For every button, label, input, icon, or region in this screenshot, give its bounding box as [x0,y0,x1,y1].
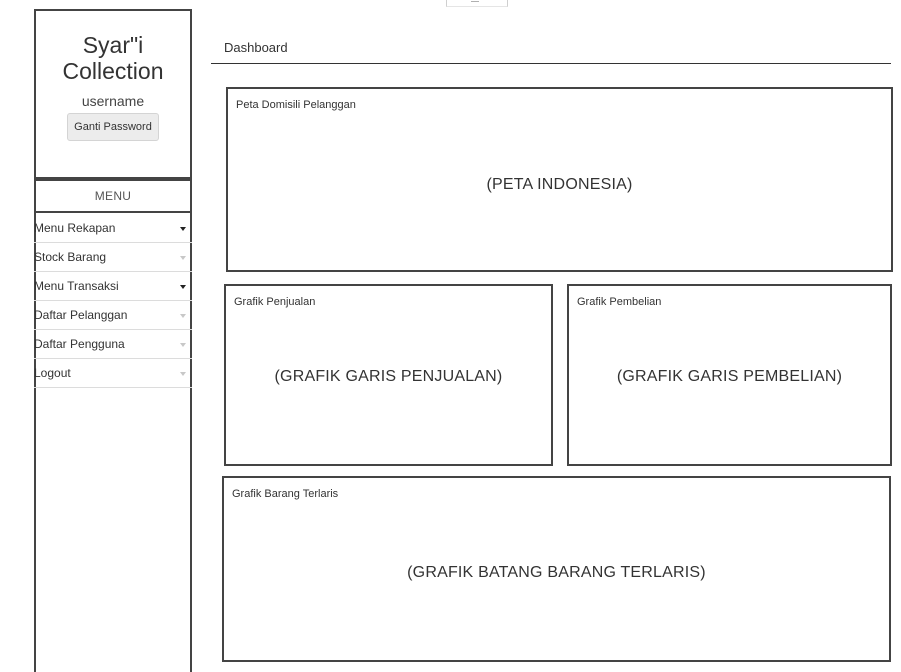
menu-header: MENU [34,179,192,213]
caret-down-icon [180,343,186,347]
menu-item-menu-rekapan[interactable]: Menu Rekapan [34,214,192,243]
brand-line-1: Syar"i [82,32,144,58]
menu-item-label: Logout [34,366,71,380]
menu-item-daftar-pengguna[interactable]: Daftar Pengguna [34,330,192,359]
menu-item-daftar-pelanggan[interactable]: Daftar Pelanggan [34,301,192,330]
menu-list: Menu Rekapan Stock Barang Menu Transaksi… [34,214,192,388]
brand-title: Syar"i Collection [36,32,190,84]
menu-item-logout[interactable]: Logout [34,359,192,388]
bestseller-chart-label: Grafik Barang Terlaris [232,488,339,500]
caret-down-icon [180,314,186,318]
map-panel-label: Peta Domisili Pelanggan [236,99,356,111]
dashboard-page: Syar"i Collection username Ganti Passwor… [0,0,901,672]
menu-item-stock-barang[interactable]: Stock Barang [34,243,192,272]
menu-item-label: Menu Rekapan [34,221,116,235]
caret-down-icon [180,256,186,260]
caret-down-icon [180,285,186,289]
top-tab[interactable] [446,0,508,7]
username: username [81,93,145,109]
menu-item-label: Menu Transaksi [34,279,119,293]
change-password-button[interactable]: Ganti Password [67,113,159,141]
menu-item-label: Daftar Pelanggan [34,308,128,322]
purchase-chart-placeholder: (GRAFIK GARIS PEMBELIAN) [616,368,843,385]
map-panel: Peta Domisili Pelanggan (PETA INDONESIA) [226,87,893,272]
brand-box: Syar"i Collection username Ganti Passwor… [36,9,190,179]
menu-item-label: Daftar Pengguna [34,337,125,351]
bestseller-chart-placeholder: (GRAFIK BATANG BARANG TERLARIS) [407,564,706,581]
purchase-chart-label: Grafik Pembelian [577,296,662,308]
caret-down-icon [180,227,186,231]
sales-chart-placeholder: (GRAFIK GARIS PENJUALAN) [274,368,503,385]
purchase-chart-panel: Grafik Pembelian (GRAFIK GARIS PEMBELIAN… [567,284,892,466]
brand-line-2: Collection [62,58,164,84]
title-divider [211,63,891,64]
menu-item-menu-transaksi[interactable]: Menu Transaksi [34,272,192,301]
page-title: Dashboard [224,40,288,55]
caret-down-icon [180,372,186,376]
sidebar: Syar"i Collection username Ganti Passwor… [34,9,192,672]
bestseller-chart-panel: Grafik Barang Terlaris (GRAFIK BATANG BA… [222,476,891,662]
sales-chart-panel: Grafik Penjualan (GRAFIK GARIS PENJUALAN… [224,284,553,466]
map-placeholder: (PETA INDONESIA) [486,176,633,193]
menu-item-label: Stock Barang [34,250,107,264]
tab-indicator [471,0,479,2]
sales-chart-label: Grafik Penjualan [234,296,316,308]
